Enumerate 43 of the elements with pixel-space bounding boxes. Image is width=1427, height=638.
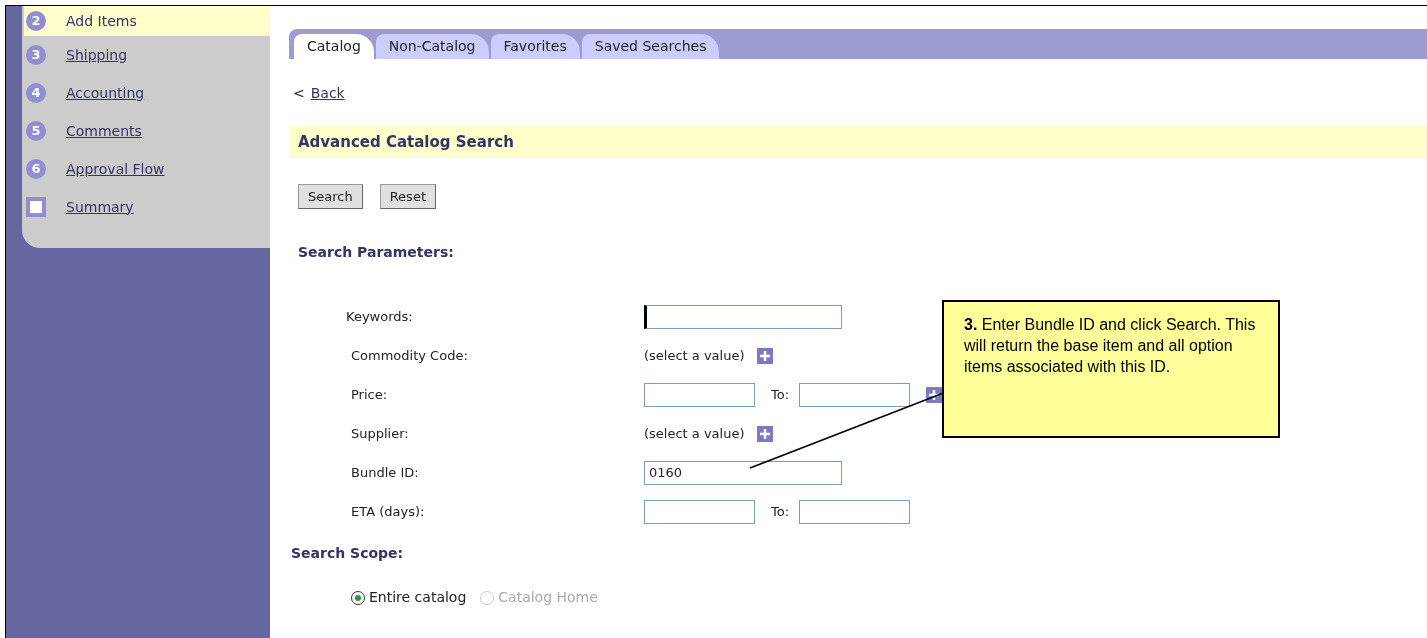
step-item[interactable]: 4 Accounting — [24, 74, 270, 112]
step-number: 4 — [26, 83, 46, 103]
radio-label: Entire catalog — [369, 588, 467, 607]
range-to-field[interactable] — [799, 382, 911, 407]
step-number: 6 — [26, 159, 46, 179]
field-label: Commodity Code: — [350, 346, 469, 365]
form-button[interactable]: Search — [298, 184, 363, 209]
to-label: To: — [771, 385, 790, 404]
step-square-icon — [26, 197, 46, 217]
range-to-field[interactable] — [799, 499, 911, 524]
tab[interactable]: Favorites — [490, 34, 580, 59]
tab[interactable]: Saved Searches — [581, 34, 720, 59]
step-item[interactable]: 3 Shipping — [24, 36, 270, 74]
step-number: 5 — [26, 121, 46, 141]
text-field[interactable] — [644, 304, 842, 329]
select-value-text: (select a value) — [644, 424, 745, 443]
step-number: 2 — [26, 11, 46, 31]
back-arrow: < — [293, 84, 305, 103]
field-label: ETA (days): — [350, 502, 426, 521]
add-icon[interactable] — [926, 386, 943, 403]
step-item[interactable]: 2 Add Items — [24, 6, 270, 36]
parameters-heading: Search Parameters: — [297, 243, 455, 262]
field-label: Supplier: — [350, 424, 410, 443]
back-link[interactable]: Back — [310, 83, 345, 104]
to-label: To: — [771, 502, 790, 521]
select-value-text: (select a value) — [644, 346, 745, 365]
text-field[interactable]: 0160 — [644, 460, 842, 485]
range-from-field[interactable] — [644, 499, 755, 524]
field-label: Keywords: — [345, 307, 414, 326]
callout-note: 3. Enter Bundle ID and click Search. This will return the base item and all option items associated with this ID. — [942, 300, 1280, 438]
step-item[interactable]: 5 Comments — [24, 112, 270, 150]
step-number: 3 — [26, 45, 46, 65]
field-label: Price: — [350, 385, 389, 404]
tab[interactable]: Catalog — [294, 34, 374, 59]
step-item[interactable]: 6 Approval Flow — [24, 150, 270, 188]
tab[interactable]: Non-Catalog — [375, 34, 489, 59]
section-title: Advanced Catalog Search — [289, 126, 1427, 158]
scope-heading: Search Scope: — [290, 544, 405, 563]
form-button[interactable]: Reset — [379, 184, 436, 209]
field-label: Bundle ID: — [350, 463, 420, 482]
step-item[interactable]: Summary — [24, 188, 270, 226]
radio-label: Catalog Home — [498, 588, 598, 607]
range-from-field[interactable] — [644, 382, 755, 407]
